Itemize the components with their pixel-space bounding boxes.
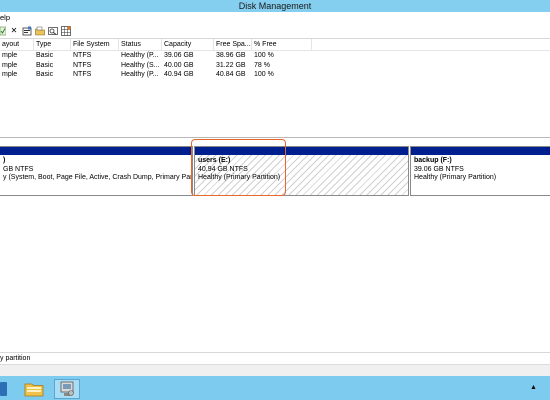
- partition-name: backup (F:): [414, 157, 452, 164]
- legend-primary-partition: y partition: [0, 355, 31, 362]
- status-bar: [0, 364, 550, 376]
- cell-percent-free: 100 %: [254, 71, 274, 78]
- column-capacity[interactable]: Capacity: [162, 39, 214, 50]
- cell-status: Healthy (P...: [121, 71, 159, 78]
- menu-help[interactable]: elp: [0, 13, 10, 22]
- menu-bar: elp: [0, 12, 550, 24]
- partition-size: 39.06 GB NTFS: [414, 165, 464, 173]
- window-title: Disk Management: [0, 0, 550, 12]
- partition-backup-f[interactable]: backup (F:) 39.06 GB NTFS Healthy (Prima…: [410, 146, 550, 196]
- cell-layout: mple: [2, 61, 18, 69]
- partition-system-c[interactable]: ) GB NTFS y (System, Boot, Page File, Ac…: [0, 146, 193, 196]
- cell-percent-free: 100 %: [254, 52, 274, 59]
- partition-bar: [411, 147, 550, 155]
- cell-layout: mple: [2, 71, 18, 78]
- properties-icon[interactable]: [22, 26, 32, 36]
- volume-list: ayout Type File System Status Capacity F…: [0, 39, 550, 137]
- partition-size: GB NTFS: [3, 165, 34, 173]
- taskbar: ▲: [0, 376, 550, 400]
- taskbar-partial-icon[interactable]: [0, 379, 8, 399]
- partition-status: Healthy (Primary Partition): [414, 174, 497, 181]
- tray-expand-icon[interactable]: ▲: [530, 376, 550, 400]
- column-file-system[interactable]: File System: [71, 39, 119, 50]
- partition-bar: [0, 147, 192, 155]
- cell-percent-free: 78 %: [254, 61, 270, 69]
- partition-status: y (System, Boot, Page File, Active, Cras…: [3, 174, 192, 181]
- column-status[interactable]: Status: [119, 39, 162, 50]
- toolbar: ✕: [0, 24, 550, 39]
- table-row[interactable]: mple Basic NTFS Healthy (S... 40.00 GB 3…: [0, 61, 550, 71]
- check-icon[interactable]: [0, 26, 7, 36]
- close-icon[interactable]: ✕: [9, 26, 19, 36]
- cell-type: Basic: [36, 61, 54, 69]
- cell-file-system: NTFS: [73, 71, 92, 78]
- column-layout[interactable]: ayout: [0, 39, 34, 50]
- grid-icon[interactable]: [61, 26, 71, 36]
- disk-management-window: Disk Management elp ✕ ayout Type File Sy…: [0, 0, 550, 400]
- cell-capacity: 39.06 GB: [164, 52, 194, 59]
- cell-file-system: NTFS: [73, 61, 92, 69]
- cell-layout: mple: [2, 52, 18, 59]
- partition-name: ): [3, 157, 6, 164]
- table-row[interactable]: mple Basic NTFS Healthy (P... 39.06 GB 3…: [0, 51, 550, 61]
- open-folder-icon[interactable]: [35, 26, 45, 36]
- selection-highlight: [191, 139, 286, 196]
- cell-type: Basic: [36, 71, 54, 78]
- cell-free-space: 40.84 GB: [216, 71, 246, 78]
- cell-status: Healthy (S...: [121, 61, 160, 69]
- cell-status: Healthy (P...: [121, 52, 159, 59]
- cell-capacity: 40.00 GB: [164, 61, 194, 69]
- column-type[interactable]: Type: [34, 39, 71, 50]
- cell-free-space: 38.96 GB: [216, 52, 246, 59]
- column-free-space[interactable]: Free Spa...: [214, 39, 252, 50]
- column-percent-free[interactable]: % Free: [252, 39, 312, 50]
- cell-free-space: 31.22 GB: [216, 61, 246, 69]
- tray-arrow[interactable]: ▲: [530, 384, 537, 391]
- cell-type: Basic: [36, 52, 54, 59]
- volume-list-header: ayout Type File System Status Capacity F…: [0, 39, 550, 51]
- find-icon[interactable]: [48, 26, 58, 36]
- table-row[interactable]: mple Basic NTFS Healthy (P... 40.94 GB 4…: [0, 70, 550, 80]
- cell-capacity: 40.94 GB: [164, 71, 194, 78]
- file-explorer-icon[interactable]: [24, 379, 44, 399]
- cell-file-system: NTFS: [73, 52, 92, 59]
- legend: y partition: [0, 352, 550, 364]
- computer-management-icon[interactable]: [54, 379, 80, 399]
